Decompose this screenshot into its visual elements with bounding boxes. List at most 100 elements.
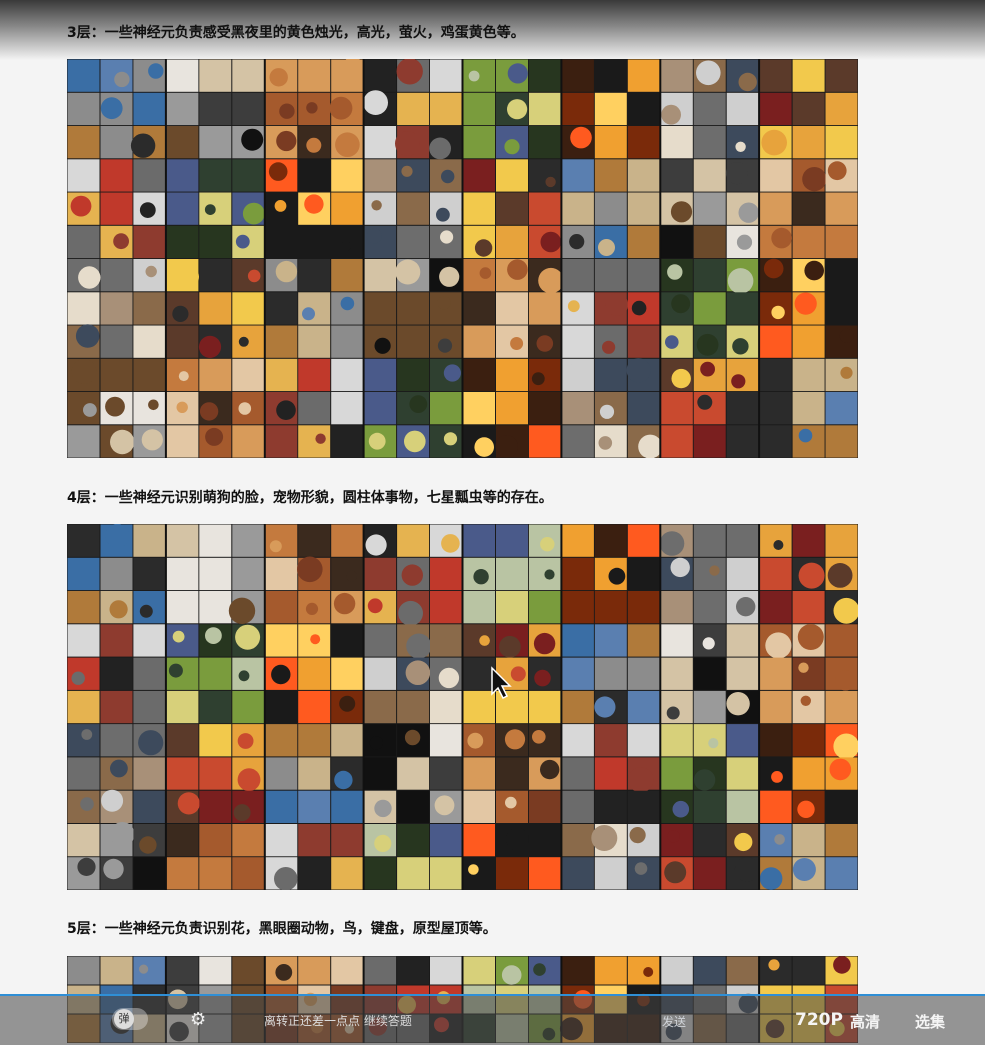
image-tile-detail [75,324,100,348]
image-tile [100,192,133,225]
image-tile [825,824,858,857]
image-tile [825,524,858,557]
image-tile-detail [572,698,585,711]
image-tile [298,358,331,392]
image-tile-detail [794,292,817,315]
image-tile [528,59,561,92]
image-tile [627,325,660,358]
image-tile [496,524,528,557]
image-tile-detail [275,729,297,751]
image-tile [561,159,594,192]
image-tile-detail [829,758,852,781]
image-tile [199,59,232,92]
image-tile [331,657,364,690]
image-tile-detail [139,202,156,219]
danmu-toggle[interactable]: 弹 [112,1008,148,1030]
image-tile [792,358,825,392]
image-tile [166,159,199,192]
image-tile-detail [275,964,293,981]
image-tile-detail [238,670,250,682]
resolution-label[interactable]: 720P [795,1010,843,1030]
image-tile [496,392,528,425]
grid-block-divider [263,59,266,458]
image-tile [759,690,792,724]
image-tile [528,690,561,724]
image-tile [825,59,858,92]
image-tile [133,325,166,358]
image-tile [430,690,462,724]
image-tile [100,690,133,724]
image-tile [792,325,825,358]
gear-icon[interactable]: ⚙ [190,1009,206,1030]
image-tile-detail [602,340,616,354]
image-tile-detail [540,537,555,552]
image-tile-detail [798,562,825,589]
image-tile [166,956,199,985]
image-tile-detail [235,624,261,650]
image-tile-detail [827,161,847,181]
image-tile-detail [474,239,493,257]
image-tile [561,824,594,857]
image-tile-detail [671,368,691,389]
image-tile [364,690,397,724]
image-tile-detail [827,563,853,588]
image-tile [331,624,364,657]
image-tile [232,524,265,557]
image-tile-detail [274,867,298,890]
image-tile [496,192,528,225]
image-tile [561,325,594,358]
image-tile-detail [468,70,480,82]
image-tile [594,790,627,823]
send-button[interactable]: 发送 [662,1013,686,1030]
image-tile-detail [138,730,164,756]
layer4-image-grid [67,524,858,890]
image-tile-detail [479,635,490,646]
danmu-input[interactable] [262,1008,696,1034]
image-tile-detail [105,524,130,548]
image-tile [100,956,133,985]
image-tile [199,657,232,690]
image-tile [364,358,397,392]
image-tile-detail [671,294,691,314]
image-tile [166,857,199,890]
image-tile-detail [545,176,556,188]
image-tile-detail [310,634,321,645]
image-tile [133,358,166,392]
image-tile [496,358,528,392]
image-tile [792,392,825,425]
image-tile [792,524,825,557]
layer5-caption: 5层：一些神经元负责识别花，黑眼圈动物，鸟，键盘，原型屋顶等。 [67,921,497,937]
image-tile [792,92,825,126]
image-tile-detail [538,267,564,294]
image-tile-detail [409,395,428,413]
playlist-button[interactable]: 选集 [915,1011,945,1032]
image-tile-detail [608,567,626,585]
image-tile [430,92,462,126]
image-tile-detail [306,102,318,114]
image-tile-detail [468,864,479,875]
image-tile [265,624,298,657]
image-tile-detail [725,162,749,185]
image-tile-detail [228,597,256,624]
image-tile [232,557,265,591]
image-tile [792,690,825,724]
image-tile [265,557,298,591]
image-tile-detail [198,335,222,358]
image-tile [660,59,693,92]
image-tile [825,126,858,159]
image-tile-detail [329,96,353,120]
image-tile-detail [643,967,654,977]
image-tile-detail [708,738,719,749]
image-tile [627,259,660,292]
image-tile-detail [148,399,159,411]
image-tile [232,956,265,985]
grid-block-divider [560,59,563,458]
image-tile [298,824,331,857]
image-tile-detail [665,335,679,349]
image-tile-detail [598,239,615,256]
quality-button[interactable]: 高清 [850,1011,880,1032]
layer4-caption: 4层：一些神经元识别萌狗的脸，宠物形貌，圆柱体事物，七星瓢虫等的存在。 [67,490,553,506]
image-tile-detail [177,792,200,815]
image-tile-detail [736,234,753,250]
image-tile-detail [507,259,528,280]
